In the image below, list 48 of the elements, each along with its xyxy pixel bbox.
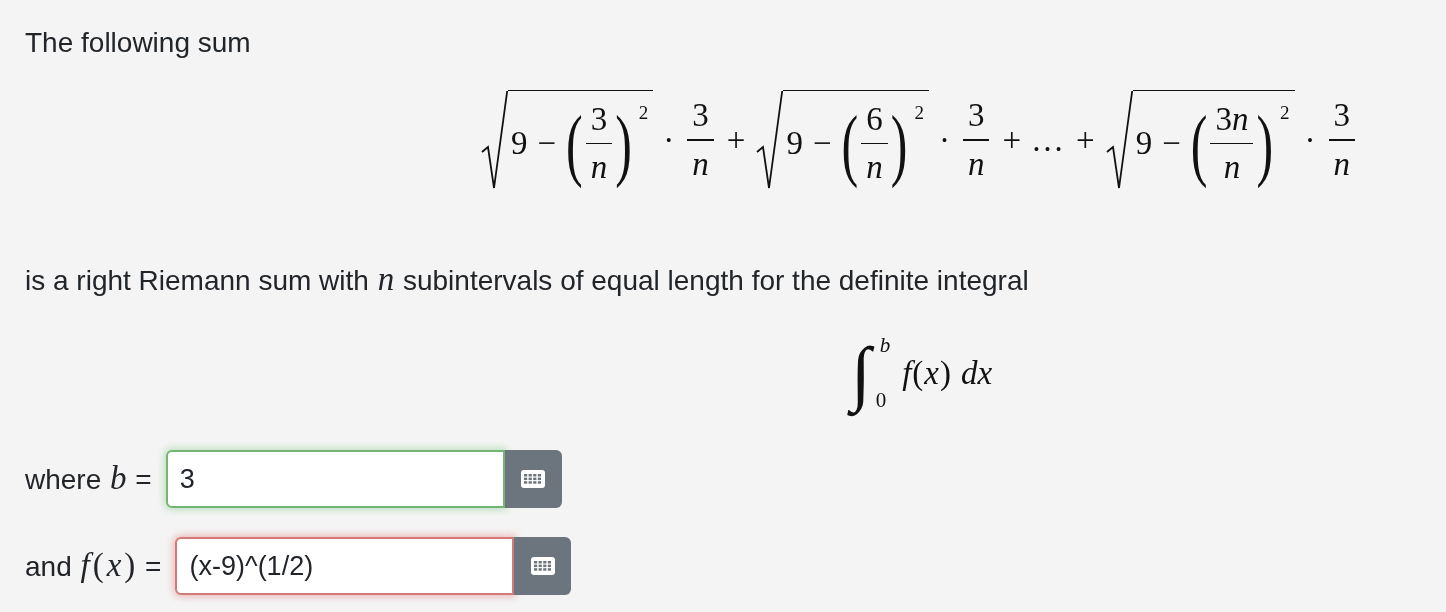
answer-field[interactable]: (x-9)^(1/2)	[175, 537, 515, 595]
math-variable: n	[1333, 147, 1351, 181]
keypad-button[interactable]	[514, 537, 572, 595]
math-number: 3	[1333, 99, 1351, 133]
math-number: 9	[1135, 127, 1153, 160]
math-number: 9	[510, 127, 528, 160]
math-operator: +	[1002, 123, 1022, 157]
integral-sign: ∫	[845, 329, 876, 417]
math-symbol: )	[939, 356, 952, 390]
math-operator: ·	[938, 123, 950, 157]
math-variable: x	[924, 356, 939, 390]
keyboard-icon	[530, 557, 555, 575]
math-operator: −	[812, 127, 832, 160]
math-number: 3	[967, 99, 985, 133]
math-variable: dx	[960, 356, 993, 390]
math-operator: −	[537, 127, 557, 160]
exponent: 2	[1280, 102, 1290, 122]
math-variable: n	[1231, 102, 1249, 136]
field-label: where b =	[25, 460, 152, 498]
math-number: 3	[590, 102, 608, 136]
math-operator: −	[1162, 127, 1181, 160]
math-number: 3	[1215, 102, 1232, 136]
math-variable: n	[590, 151, 608, 185]
radical-sign-icon	[1104, 90, 1133, 190]
radical-sign-icon	[479, 90, 508, 190]
math-variable: n	[692, 147, 709, 181]
keypad-button[interactable]	[504, 450, 562, 508]
question-text: is a right Riemann sum with n subintervals of equal length for the definite integral	[25, 265, 1029, 296]
math-variable: n	[1223, 151, 1241, 185]
math-operator: ·	[1304, 123, 1316, 157]
answer-field[interactable]: 3	[165, 450, 505, 508]
math-number: 9	[786, 127, 803, 160]
math-variable: n	[866, 151, 883, 185]
math-number: 6	[866, 102, 883, 136]
exponent: 2	[638, 102, 649, 122]
math-operator: +	[1076, 123, 1095, 157]
keyboard-icon	[521, 470, 546, 488]
field-label: and f(x) =	[25, 547, 162, 585]
math-number: 3	[692, 99, 709, 133]
lower-limit: 0	[875, 390, 888, 411]
math-operator: ·	[663, 123, 675, 157]
ellipsis: …	[1031, 123, 1067, 157]
intro-text: The following sum	[25, 27, 251, 58]
math-operator: +	[726, 123, 746, 157]
exponent: 2	[914, 102, 924, 122]
upper-limit: b	[879, 335, 891, 356]
math-variable: n	[967, 147, 985, 181]
radical-sign-icon	[755, 90, 784, 190]
